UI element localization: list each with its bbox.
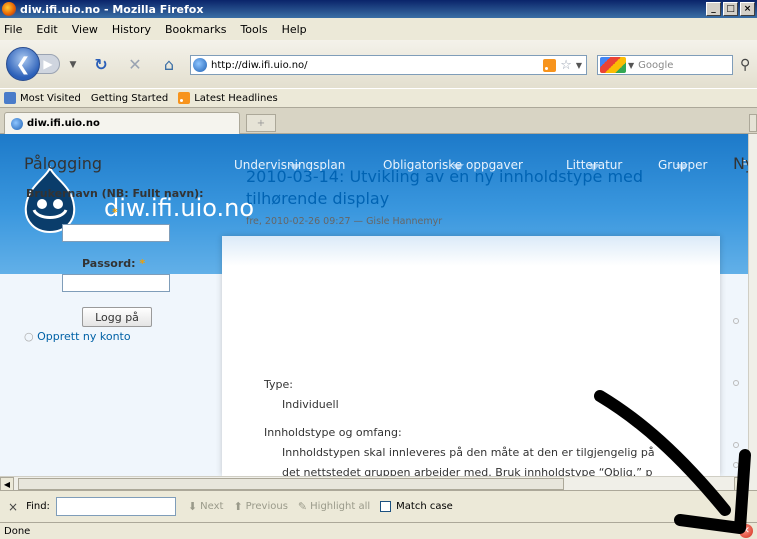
search-engine-icon[interactable] [600,57,626,73]
post-scope-line1: Innholdstypen skal innleveres på den måt… [282,446,655,459]
search-icon[interactable]: ⚲ [740,57,750,73]
create-account-label[interactable]: Opprett ny konto [37,330,131,343]
tab-favicon-icon [11,117,23,130]
find-bar: × Find: ⬇ Next ⬆ Previous ✎ Highlight all M… [0,490,757,522]
bookmarks-toolbar: Most Visited Getting Started Latest Head… [0,88,757,539]
rss-feed-icon [178,92,191,104]
highlight-all-label: Highlight all [310,501,371,512]
address-bar[interactable]: http://diw.ifi.uio.no/ ☆ ▼ [190,55,587,75]
password-field[interactable] [62,274,170,292]
find-next-label: Next [200,501,224,512]
bookmark-latest-headlines[interactable]: Latest Headlines [178,92,278,104]
match-case-label: Match case [396,501,453,512]
bookmark-label: Getting Started [90,92,169,104]
password-label-text: Passord: [82,257,136,270]
search-engine-dropdown-icon[interactable]: ▼ [628,61,634,70]
forward-icon: ▶ [43,57,53,71]
post-meta: fre, 2010-02-26 09:27 — Gisle Hannemyr [246,216,443,227]
arrow-up-icon: ⬆ [233,500,243,513]
window-title: diw.ifi.uio.no - Mozilla Firefox [20,2,204,16]
star-icon[interactable]: ☆ [560,58,572,73]
search-placeholder[interactable]: Google [638,60,673,71]
search-box[interactable]: ▼ Google [597,55,733,75]
status-bar: Done [0,522,757,539]
find-label: Find: [26,501,50,512]
password-label: Passord: * [82,257,145,270]
url-dropdown-icon[interactable]: ▼ [576,61,582,70]
highlighter-icon: ✎ [297,500,308,513]
firefox-logo-icon [2,2,16,16]
find-previous-button[interactable]: ⬆ Previous [233,500,287,513]
minimize-button[interactable]: _ [706,2,721,16]
stop-icon[interactable]: ✕ [126,56,144,74]
menu-history[interactable]: History [112,23,151,36]
horizontal-scrollbar[interactable]: ◀ ▶ [0,476,748,491]
history-dropdown-icon[interactable]: ▼ [64,56,82,74]
list-bullet-icon [733,318,739,324]
post-type-value: Individuell [282,398,339,411]
scroll-left-icon[interactable]: ◀ [0,477,14,491]
find-close-button[interactable]: × [8,500,18,514]
menu-help[interactable]: Help [282,23,307,36]
tab-diw[interactable]: diw.ifi.uio.no [4,112,240,134]
back-button[interactable]: ❮ [6,47,40,81]
scroll-thumb[interactable] [18,478,564,490]
bookmark-label: Most Visited [20,92,81,104]
match-case-checkbox[interactable] [380,501,392,512]
url-text[interactable]: http://diw.ifi.uio.no/ [211,60,543,71]
plus-icon: + [256,117,266,129]
menu-view[interactable]: View [72,23,98,36]
bookmark-most-visited[interactable]: Most Visited [4,92,81,104]
list-bullet-icon [733,442,739,448]
back-icon: ❮ [15,53,31,75]
menu-file[interactable]: File [4,23,22,36]
scroll-right-icon[interactable]: ▶ [734,477,748,491]
arrow-down-icon: ⬇ [187,500,198,513]
new-tab-button[interactable]: + [246,114,276,132]
menu-edit[interactable]: Edit [36,23,57,36]
home-icon[interactable]: ⌂ [160,56,178,74]
reload-icon[interactable]: ↻ [92,56,110,74]
find-previous-label: Previous [245,501,288,512]
window-titlebar: diw.ifi.uio.no - Mozilla Firefox _ □ × [0,0,757,18]
post-type-label: Type: [264,378,293,391]
tab-bar: diw.ifi.uio.no + [0,108,757,134]
find-next-button[interactable]: ⬇ Next [188,500,224,513]
navigation-toolbar: ▶ ❮ ▼ ↻ ✕ ⌂ http://diw.ifi.uio.no/ ☆ ▼ ▼… [0,40,757,88]
site-identity-icon[interactable] [193,58,207,72]
menu-tools[interactable]: Tools [240,23,267,36]
match-case-toggle[interactable]: Match case [380,501,453,512]
username-required-mark: * [112,206,118,219]
password-required-mark: * [139,257,146,270]
content-top-fade [222,236,720,266]
vertical-scrollbar[interactable] [748,134,757,490]
menu-bar: File Edit View History Bookmarks Tools H… [0,18,757,40]
main-content [222,236,720,476]
login-button[interactable]: Logg på [82,307,152,327]
left-sidebar [0,274,222,476]
close-window-button[interactable]: × [740,2,755,16]
maximize-button[interactable]: □ [723,2,738,16]
tab-scroll-button[interactable] [749,114,757,132]
username-field[interactable] [62,224,170,242]
list-bullet-icon [733,462,739,468]
create-account-link[interactable]: ○ Opprett ny konto [24,330,131,343]
menu-bookmarks[interactable]: Bookmarks [165,23,226,36]
error-icon[interactable]: ✕ [739,524,753,538]
bookmark-getting-started[interactable]: Getting Started [0,92,748,539]
username-label: Brukernavn (NB: Fullt navn): [26,187,204,200]
window-controls: _ □ × [706,2,755,16]
status-text: Done [4,525,31,537]
find-input[interactable] [55,497,176,516]
post-scope-label: Innholdstype og omfang: [264,426,402,439]
rss-icon[interactable] [543,58,557,72]
bullet-icon: ○ [24,330,34,343]
most-visited-icon [4,92,16,104]
bookmark-label: Latest Headlines [194,92,278,104]
login-title: Pålogging [24,154,103,173]
list-bullet-icon [733,380,739,386]
post-title-link[interactable]: 2010-03-14: Utvikling av en ny innholdst… [246,166,696,210]
highlight-all-button[interactable]: ✎ Highlight all [298,500,370,513]
tab-label: diw.ifi.uio.no [27,118,100,129]
